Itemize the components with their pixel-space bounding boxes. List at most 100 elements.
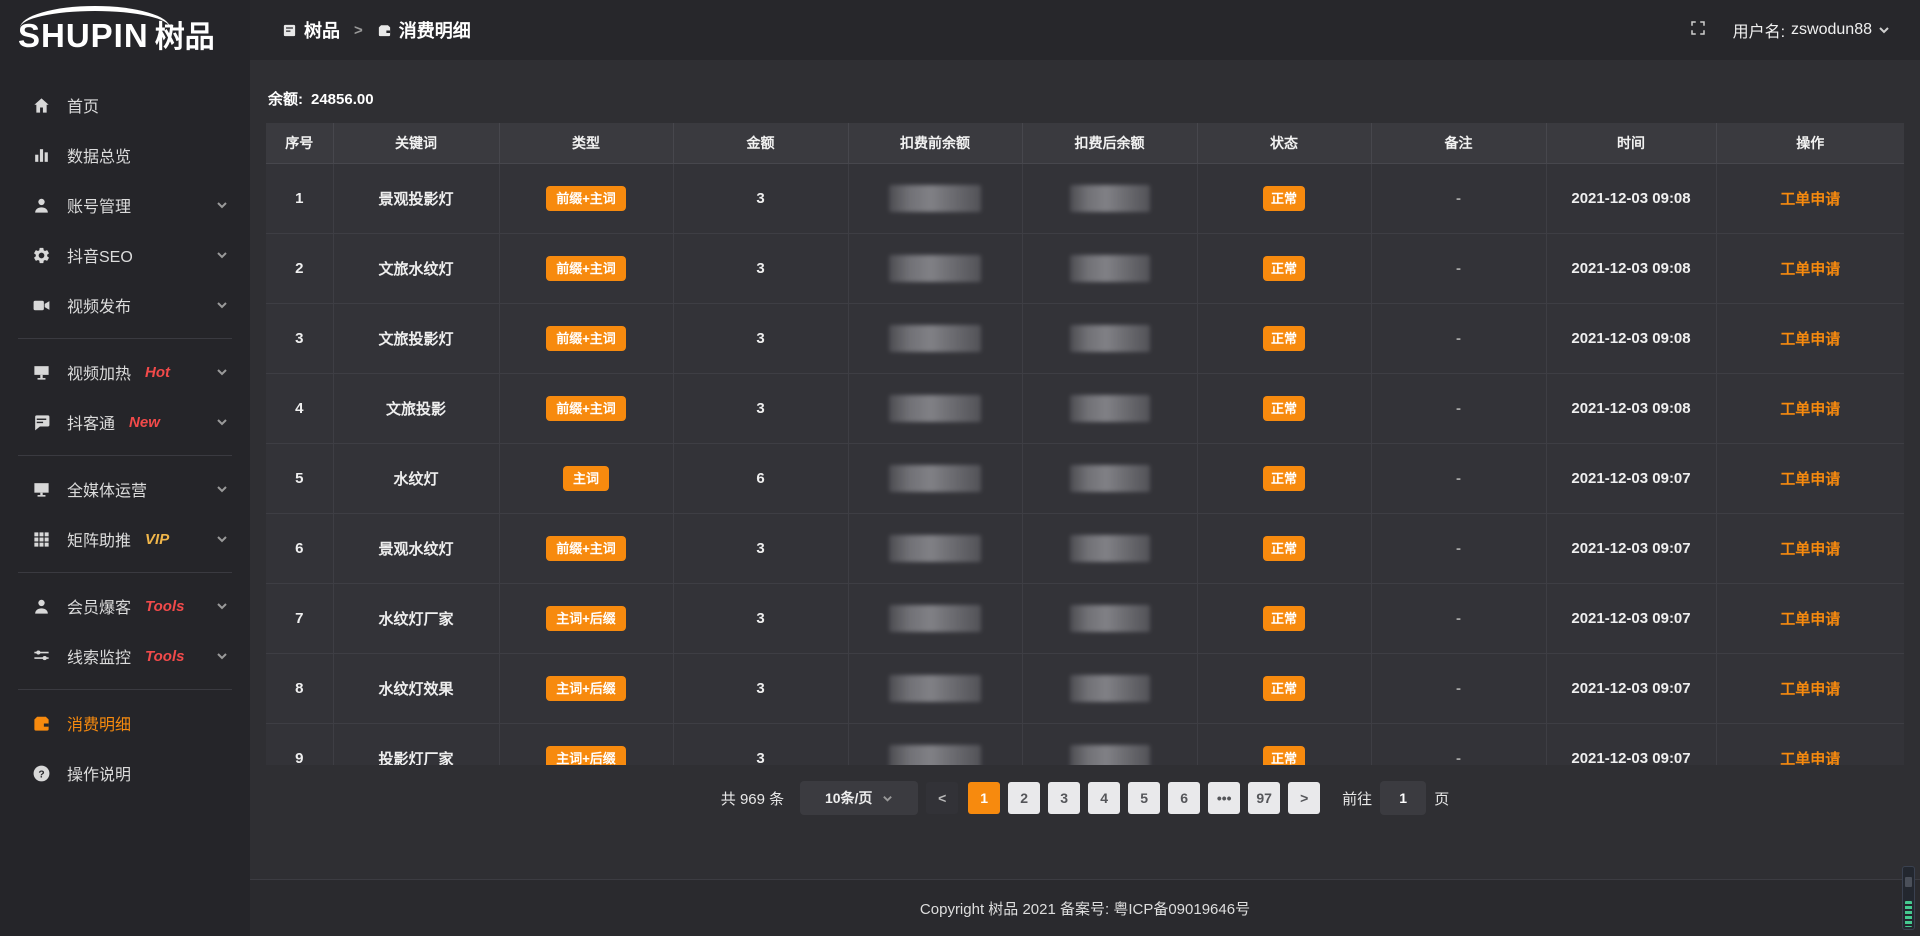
cell-balance-after — [1022, 583, 1197, 653]
masked-value — [1070, 255, 1150, 282]
copyright-text: Copyright 树品 2021 备案号: 粤ICP备09019646号 — [920, 898, 1250, 919]
cell-action: 工单申请 — [1716, 443, 1904, 513]
cell-balance-before — [848, 373, 1022, 443]
work-order-link[interactable]: 工单申请 — [1780, 191, 1840, 208]
fullscreen-icon[interactable] — [1689, 19, 1707, 42]
work-order-link[interactable]: 工单申请 — [1780, 681, 1840, 698]
work-order-link[interactable]: 工单申请 — [1780, 331, 1840, 348]
page-button-5[interactable]: 5 — [1128, 782, 1160, 814]
chevron-down-icon — [216, 249, 228, 261]
cell-index: 1 — [266, 163, 333, 233]
page-button-97[interactable]: 97 — [1248, 782, 1280, 814]
tools-badge: Tools — [145, 598, 184, 615]
status-badge: 正常 — [1263, 536, 1305, 561]
cell-balance-after — [1022, 513, 1197, 583]
prev-page-button[interactable]: < — [926, 782, 958, 814]
cell-amount: 3 — [673, 653, 848, 723]
cell-remark: - — [1371, 513, 1546, 583]
sidebar-item-account-management[interactable]: 账号管理 — [0, 180, 250, 230]
cell-action: 工单申请 — [1716, 653, 1904, 723]
cell-type: 主词+后缀 — [499, 653, 673, 723]
page-button-2[interactable]: 2 — [1008, 782, 1040, 814]
col-header-balance-after: 扣费后余额 — [1022, 123, 1197, 163]
sidebar-item-instructions[interactable]: ? 操作说明 — [0, 748, 250, 798]
table-row: 4 文旅投影 前缀+主词 3 正常 - 2021-12-03 09:08 工单申… — [266, 373, 1904, 443]
cell-status: 正常 — [1197, 583, 1371, 653]
page-button-3[interactable]: 3 — [1048, 782, 1080, 814]
masked-value — [1070, 745, 1150, 766]
work-order-link[interactable]: 工单申请 — [1780, 471, 1840, 488]
type-badge: 前缀+主词 — [546, 536, 626, 561]
table-header-row: 序号 关键词 类型 金额 扣费前余额 扣费后余额 状态 备注 时间 操作 — [266, 123, 1904, 163]
cell-balance-after — [1022, 373, 1197, 443]
breadcrumb-item-current[interactable]: 消费明细 — [377, 17, 471, 43]
sidebar-item-data-overview[interactable]: 数据总览 — [0, 130, 250, 180]
work-order-link[interactable]: 工单申请 — [1780, 401, 1840, 418]
menu-divider — [18, 338, 232, 339]
cell-time: 2021-12-03 09:08 — [1546, 373, 1716, 443]
table-row: 2 文旅水纹灯 前缀+主词 3 正常 - 2021-12-03 09:08 工单… — [266, 233, 1904, 303]
wallet-icon — [32, 714, 51, 733]
work-order-link[interactable]: 工单申请 — [1780, 611, 1840, 628]
cell-action: 工单申请 — [1716, 233, 1904, 303]
scrollbar-thumb[interactable] — [1905, 877, 1912, 887]
sidebar-item-consumption-detail[interactable]: 消费明细 — [0, 698, 250, 748]
gear-icon — [32, 246, 51, 265]
cell-remark: - — [1371, 653, 1546, 723]
page-size-select[interactable]: 10条/页 — [800, 781, 918, 815]
status-badge: 正常 — [1263, 256, 1305, 281]
sidebar-item-member-burst[interactable]: 会员爆客 Tools — [0, 581, 250, 631]
cell-amount: 3 — [673, 233, 848, 303]
sidebar-item-all-media[interactable]: 全媒体运营 — [0, 464, 250, 514]
col-header-action: 操作 — [1716, 123, 1904, 163]
sidebar-item-label: 数据总览 — [67, 143, 131, 167]
sidebar-item-doukestong[interactable]: 抖客通 New — [0, 397, 250, 447]
type-badge: 前缀+主词 — [546, 396, 626, 421]
page-button-1[interactable]: 1 — [968, 782, 1000, 814]
more-pages-button[interactable]: ••• — [1208, 782, 1240, 814]
sidebar-item-label: 会员爆客 — [67, 594, 131, 618]
question-icon: ? — [32, 764, 51, 783]
next-page-button[interactable]: > — [1288, 782, 1320, 814]
sliders-icon — [32, 647, 51, 666]
work-order-link[interactable]: 工单申请 — [1780, 261, 1840, 278]
status-badge: 正常 — [1263, 326, 1305, 351]
cell-index: 5 — [266, 443, 333, 513]
cell-balance-before — [848, 163, 1022, 233]
cell-status: 正常 — [1197, 233, 1371, 303]
cell-index: 4 — [266, 373, 333, 443]
cell-balance-before — [848, 583, 1022, 653]
page-button-6[interactable]: 6 — [1168, 782, 1200, 814]
work-order-link[interactable]: 工单申请 — [1780, 751, 1840, 766]
sidebar-item-video-heat[interactable]: 视频加热 Hot — [0, 347, 250, 397]
masked-value — [889, 185, 981, 212]
sidebar-item-douyin-seo[interactable]: 抖音SEO — [0, 230, 250, 280]
masked-value — [1070, 395, 1150, 422]
cell-type: 前缀+主词 — [499, 233, 673, 303]
sidebar-item-label: 全媒体运营 — [67, 477, 147, 501]
mini-scrollbar-widget[interactable] — [1902, 866, 1915, 930]
breadcrumb-item-root[interactable]: 树品 — [282, 17, 340, 43]
cell-index: 9 — [266, 723, 333, 765]
page-button-4[interactable]: 4 — [1088, 782, 1120, 814]
sidebar-item-video-publish[interactable]: 视频发布 — [0, 280, 250, 330]
sidebar-item-lead-monitor[interactable]: 线索监控 Tools — [0, 631, 250, 681]
breadcrumb: 树品 > 消费明细 — [282, 17, 471, 43]
cell-balance-after — [1022, 163, 1197, 233]
type-badge: 主词+后缀 — [546, 676, 626, 701]
goto-page-input[interactable] — [1380, 781, 1426, 815]
app-icon — [282, 23, 297, 38]
masked-value — [889, 745, 981, 766]
cell-amount: 3 — [673, 303, 848, 373]
work-order-link[interactable]: 工单申请 — [1780, 541, 1840, 558]
cell-action: 工单申请 — [1716, 723, 1904, 765]
user-menu[interactable]: 用户名: zswodun88 — [1733, 18, 1890, 42]
main-content: 余额:24856.00 序号 关键词 类型 金额 扣费前余额 扣费后余额 — [250, 60, 1920, 879]
sidebar-item-home[interactable]: 首页 — [0, 80, 250, 130]
cell-keyword: 景观投影灯 — [333, 163, 499, 233]
masked-value — [1070, 185, 1150, 212]
sidebar-item-matrix-boost[interactable]: 矩阵助推 VIP — [0, 514, 250, 564]
bar-chart-icon — [32, 146, 51, 165]
col-header-amount: 金额 — [673, 123, 848, 163]
col-header-status: 状态 — [1197, 123, 1371, 163]
